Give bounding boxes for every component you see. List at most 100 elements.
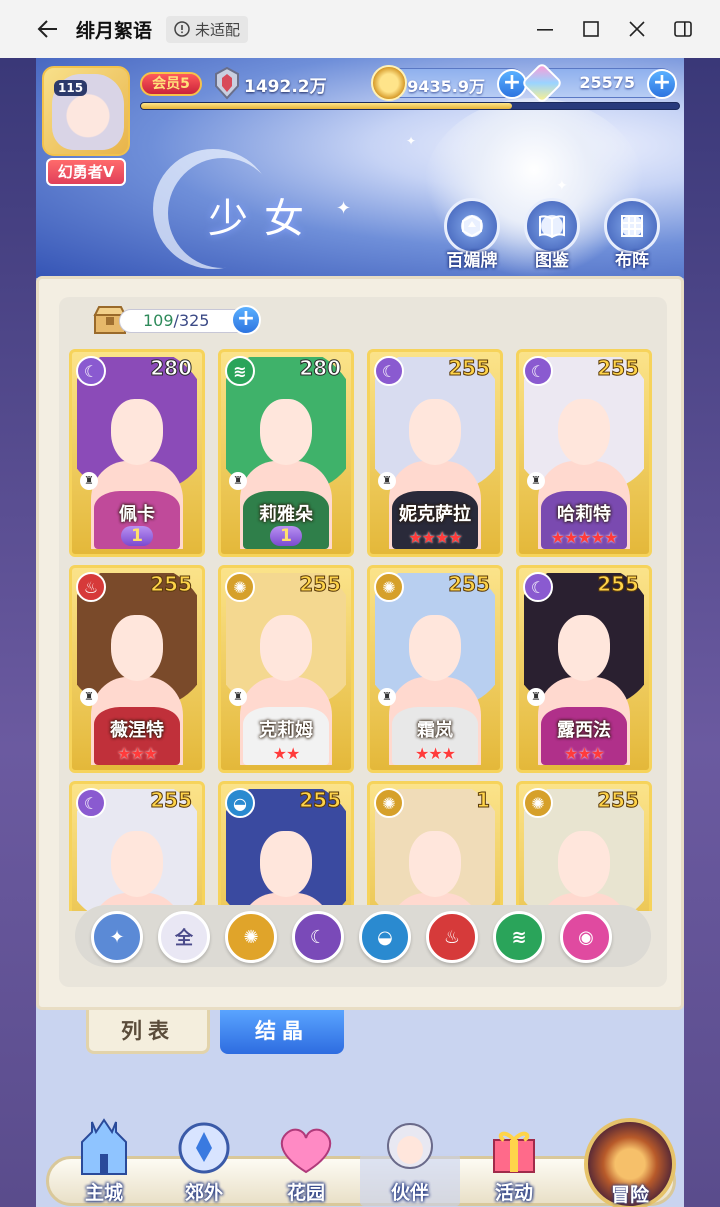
heroine-face bbox=[408, 399, 462, 465]
nav-partner-content[interactable]: 伙伴 bbox=[360, 1118, 460, 1206]
sun-filter[interactable]: ✺ bbox=[225, 911, 277, 963]
xp-bar bbox=[140, 102, 680, 110]
awaken-rank-badge: 1 bbox=[72, 526, 202, 546]
xp-fill bbox=[141, 103, 513, 109]
nav-main-city[interactable]: 主城 bbox=[54, 1118, 154, 1206]
codex-button[interactable]: 图鉴 bbox=[520, 198, 584, 278]
formation-button[interactable]: 布阵 bbox=[600, 198, 664, 278]
arrow-left-icon bbox=[37, 20, 57, 38]
tab-list[interactable]: 列表 bbox=[86, 1010, 210, 1054]
heroine-level: 255 bbox=[448, 356, 491, 381]
expand-roster-button[interactable]: + bbox=[231, 305, 261, 335]
heroine-face bbox=[259, 831, 313, 897]
moon-element-icon: ☾ bbox=[523, 356, 553, 386]
heroine-name: 哈莉特 bbox=[557, 504, 611, 525]
minimize-button[interactable] bbox=[522, 0, 568, 58]
gold-coin-icon bbox=[371, 65, 407, 101]
heroine-card[interactable]: ♨ 255 ♜ 薇涅特 ★★★ bbox=[69, 565, 205, 773]
heroine-card[interactable]: ✺ 255 ♜ 克莉姆 ★★ bbox=[218, 565, 354, 773]
sidebar-toggle-button[interactable] bbox=[660, 0, 706, 58]
wind-icon: ≋ bbox=[511, 926, 527, 948]
heroine-name: 佩卡 bbox=[119, 504, 155, 525]
player-avatar[interactable]: 115 bbox=[42, 66, 130, 156]
wind-filter[interactable]: ≋ bbox=[493, 911, 545, 963]
heroine-card[interactable]: ✺ 255 ♜ 霜岚 ★★★ bbox=[367, 565, 503, 773]
roster-count-current: 109 bbox=[143, 311, 174, 330]
nav-outskirts-label: 郊外 bbox=[184, 1182, 223, 1204]
star-rating: ★★★★ bbox=[408, 528, 462, 547]
roster-panel: 109/325 + ☾ 280 ♜ 佩卡 1 ≋ 280 ♜ 莉雅朵 1 ☾ 2… bbox=[36, 276, 684, 1010]
sun-element-icon: ✺ bbox=[374, 788, 404, 818]
all-filter[interactable]: 全 bbox=[158, 911, 210, 963]
wind-element-icon: ≋ bbox=[225, 356, 255, 386]
star-filter[interactable]: ✦ bbox=[91, 911, 143, 963]
sun-element-icon: ✺ bbox=[523, 788, 553, 818]
fire-filter[interactable]: ♨ bbox=[426, 911, 478, 963]
heroine-card[interactable]: ≋ 280 ♜ 莉雅朵 1 bbox=[218, 349, 354, 557]
gem-counter: 25575 + bbox=[520, 61, 677, 105]
heroine-level: 280 bbox=[150, 356, 193, 381]
card-deck-button[interactable]: 百媚牌 bbox=[440, 198, 504, 278]
heroine-level: 255 bbox=[597, 356, 640, 381]
heroine-card[interactable]: ☾ 255 ♜ 妮克萨拉 ★★★★ bbox=[367, 349, 503, 557]
heroine-card[interactable]: ◒ 255 bbox=[218, 781, 354, 911]
nav-adventure[interactable]: 冒险 bbox=[584, 1118, 676, 1207]
nav-garden[interactable]: 花园 bbox=[256, 1118, 356, 1206]
maximize-button[interactable] bbox=[568, 0, 614, 58]
star-rating: ★★★ bbox=[414, 744, 456, 763]
heroine-card[interactable]: ✺ 255 bbox=[516, 781, 652, 911]
bottom-nav: 主城 郊外 花园 伙伴 活动 冒险 bbox=[36, 1118, 684, 1207]
heroine-card[interactable]: ✺ 1 bbox=[367, 781, 503, 911]
tab-crystal[interactable]: 结晶 bbox=[220, 1010, 344, 1054]
right-margin bbox=[684, 58, 720, 1207]
heroine-name: 露西法 bbox=[557, 720, 611, 741]
nav-events[interactable]: 活动 bbox=[464, 1118, 564, 1206]
gem-amount: 25575 bbox=[579, 73, 635, 92]
add-gems-button[interactable]: + bbox=[647, 69, 677, 99]
compat-badge-label: 未适配 bbox=[195, 20, 241, 39]
star-rating: ★★★★★ bbox=[550, 528, 619, 547]
moon-filter[interactable]: ☾ bbox=[292, 911, 344, 963]
heroine-face bbox=[557, 399, 611, 465]
roster-count: 109/325 + bbox=[91, 303, 261, 337]
nav-main-city-label: 主城 bbox=[84, 1182, 123, 1204]
heroine-card[interactable]: ☾ 255 ♜ 哈莉特 ★★★★★ bbox=[516, 349, 652, 557]
heroine-grid[interactable]: ☾ 280 ♜ 佩卡 1 ≋ 280 ♜ 莉雅朵 1 ☾ 255 ♜ 妮克萨拉 ★★★… bbox=[69, 349, 657, 911]
power-crest-icon bbox=[215, 66, 239, 100]
sun-element-icon: ✺ bbox=[374, 572, 404, 602]
compat-badge[interactable]: 未适配 bbox=[166, 15, 249, 43]
pawn-icon: ♜ bbox=[527, 688, 545, 706]
filter-label: 全 bbox=[175, 928, 193, 949]
pawn-icon: ♜ bbox=[378, 472, 396, 490]
back-button[interactable] bbox=[24, 0, 72, 58]
page-title: 少女 bbox=[208, 196, 320, 242]
heroine-card[interactable]: ☾ 255 ♜ 露西法 ★★★ bbox=[516, 565, 652, 773]
sun-element-icon: ✺ bbox=[225, 572, 255, 602]
heroine-name: 妮克萨拉 bbox=[399, 504, 471, 525]
nav-outskirts[interactable]: 郊外 bbox=[154, 1118, 254, 1206]
heroine-name: 薇涅特 bbox=[110, 720, 164, 741]
gift-box-icon bbox=[493, 1131, 535, 1173]
game-viewport: ✦ ✦ ✦ 少女 115 幻勇者V 会员5 1492.2万 9435.9万 + … bbox=[36, 58, 684, 1207]
arcane-filter[interactable]: ◉ bbox=[560, 911, 612, 963]
sun-icon: ✺ bbox=[243, 926, 259, 948]
nav-partner-label: 伙伴 bbox=[390, 1182, 429, 1204]
moon-icon: ☾ bbox=[309, 926, 327, 948]
moon-element-icon: ☾ bbox=[523, 572, 553, 602]
gold-counter: 9435.9万 + bbox=[371, 65, 527, 101]
close-button[interactable] bbox=[614, 0, 660, 58]
heroine-face bbox=[110, 831, 164, 897]
heroine-name: 莉雅朵 bbox=[259, 504, 313, 525]
pawn-icon: ♜ bbox=[80, 472, 98, 490]
star-icon: ✦ bbox=[109, 926, 125, 948]
player-title-tag[interactable]: 幻勇者V bbox=[46, 158, 126, 186]
heroine-face bbox=[110, 399, 164, 465]
water-filter[interactable]: ◒ bbox=[359, 911, 411, 963]
left-margin bbox=[0, 58, 36, 1207]
heroine-name: 霜岚 bbox=[417, 720, 453, 741]
fire-icon: ♨ bbox=[443, 926, 461, 948]
heroine-card[interactable]: ☾ 255 bbox=[69, 781, 205, 911]
heroine-card[interactable]: ☾ 280 ♜ 佩卡 1 bbox=[69, 349, 205, 557]
window-title: 绯月絮语 bbox=[76, 19, 153, 42]
vip-badge[interactable]: 会员5 bbox=[140, 72, 202, 96]
